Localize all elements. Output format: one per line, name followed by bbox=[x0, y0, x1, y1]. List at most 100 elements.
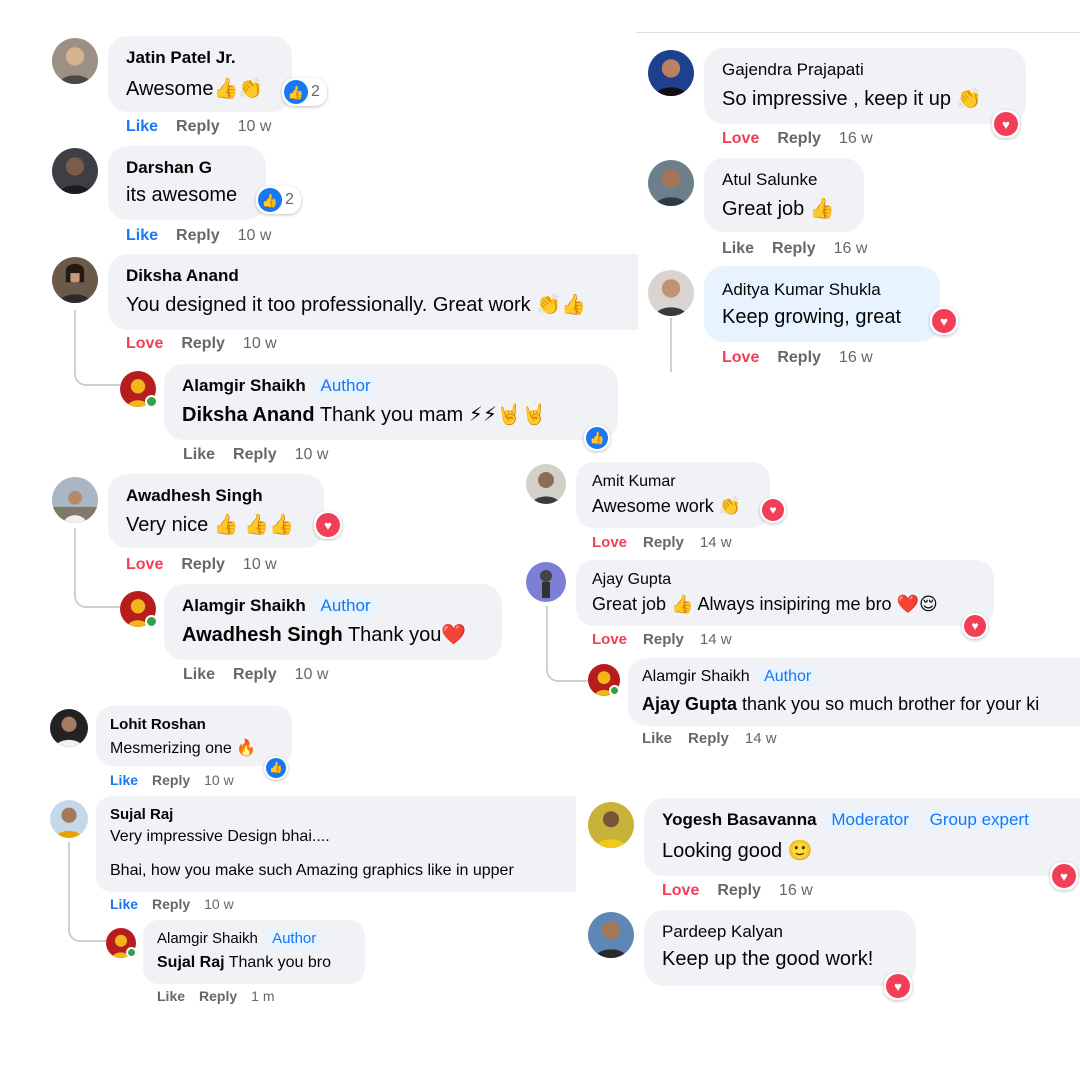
reply-button[interactable]: Reply bbox=[199, 988, 237, 1004]
love-reaction-button[interactable]: Love bbox=[662, 882, 699, 900]
avatar[interactable] bbox=[648, 160, 694, 206]
commenter-name[interactable]: Atul Salunke bbox=[722, 170, 817, 190]
commenter-name[interactable]: Alamgir Shaikh bbox=[157, 930, 258, 947]
reply-button[interactable]: Reply bbox=[152, 772, 190, 788]
mention-link[interactable]: Ajay Gupta bbox=[642, 694, 737, 714]
reply-button[interactable]: Reply bbox=[717, 882, 761, 900]
like-button[interactable]: Like bbox=[183, 666, 215, 684]
timestamp[interactable]: 10 w bbox=[238, 227, 272, 245]
avatar[interactable] bbox=[52, 38, 98, 84]
timestamp[interactable]: 16 w bbox=[834, 240, 868, 258]
reply-button[interactable]: Reply bbox=[181, 335, 225, 353]
reaction-summary[interactable]: ♥ bbox=[884, 972, 912, 1000]
reply-button[interactable]: Reply bbox=[176, 227, 220, 245]
reply-button[interactable]: Reply bbox=[233, 666, 277, 684]
commenter-name[interactable]: Lohit Roshan bbox=[110, 716, 206, 733]
avatar[interactable] bbox=[648, 270, 694, 316]
reply-button[interactable]: Reply bbox=[772, 240, 816, 258]
avatar[interactable] bbox=[52, 477, 98, 523]
reaction-summary[interactable]: 👍 bbox=[584, 425, 610, 451]
comment-bubble: Sujal Raj Very impressive Design bhai...… bbox=[96, 796, 576, 892]
mention-link[interactable]: Awadhesh Singh bbox=[182, 624, 343, 646]
commenter-name[interactable]: Diksha Anand bbox=[126, 266, 239, 286]
timestamp[interactable]: 16 w bbox=[839, 349, 873, 367]
love-reaction-button[interactable]: Love bbox=[126, 335, 163, 353]
reply-button[interactable]: Reply bbox=[643, 631, 684, 648]
avatar[interactable] bbox=[50, 800, 88, 838]
comment-bubble: Pardeep Kalyan Keep up the good work! bbox=[644, 910, 916, 986]
commenter-name[interactable]: Gajendra Prajapati bbox=[722, 60, 864, 80]
like-button[interactable]: Like bbox=[642, 730, 672, 747]
reply-button[interactable]: Reply bbox=[777, 349, 821, 367]
reply-button[interactable]: Reply bbox=[233, 446, 277, 464]
love-reaction-button[interactable]: Love bbox=[126, 556, 163, 574]
commenter-name[interactable]: Alamgir Shaikh bbox=[642, 668, 750, 686]
avatar[interactable] bbox=[588, 802, 634, 848]
commenter-name[interactable]: Alamgir Shaikh bbox=[182, 376, 306, 396]
reaction-summary[interactable]: ♥ bbox=[760, 497, 786, 523]
commenter-name[interactable]: Aditya Kumar Shukla bbox=[722, 280, 881, 300]
timestamp[interactable]: 10 w bbox=[243, 556, 277, 574]
avatar[interactable] bbox=[50, 709, 88, 747]
like-button[interactable]: Like bbox=[126, 118, 158, 136]
reply-button[interactable]: Reply bbox=[181, 556, 225, 574]
like-button[interactable]: Like bbox=[126, 227, 158, 245]
timestamp[interactable]: 14 w bbox=[700, 534, 732, 551]
reply-button[interactable]: Reply bbox=[643, 534, 684, 551]
love-reaction-button[interactable]: Love bbox=[722, 349, 759, 367]
reaction-summary[interactable]: 👍 2 bbox=[282, 78, 327, 106]
timestamp[interactable]: 10 w bbox=[243, 335, 277, 353]
reaction-summary[interactable]: ♥ bbox=[962, 613, 988, 639]
reaction-summary[interactable]: ♥ bbox=[930, 307, 958, 335]
reply-button[interactable]: Reply bbox=[688, 730, 729, 747]
timestamp[interactable]: 14 w bbox=[745, 730, 777, 747]
like-button[interactable]: Like bbox=[110, 772, 138, 788]
comment-bubble: Awadhesh Singh Very nice 👍 👍👍 bbox=[108, 474, 324, 548]
like-button[interactable]: Like bbox=[157, 988, 185, 1004]
comment-actions: Love Reply 16 w bbox=[722, 349, 873, 367]
commenter-name[interactable]: Jatin Patel Jr. bbox=[126, 48, 236, 68]
like-button[interactable]: Like bbox=[722, 240, 754, 258]
commenter-name[interactable]: Pardeep Kalyan bbox=[662, 922, 783, 942]
timestamp[interactable]: 10 w bbox=[204, 896, 234, 912]
reaction-summary[interactable]: ♥ bbox=[314, 511, 342, 539]
reaction-summary[interactable]: 👍 bbox=[264, 756, 288, 780]
mention-link[interactable]: Sujal Raj bbox=[157, 954, 225, 971]
timestamp[interactable]: 1 m bbox=[251, 988, 274, 1004]
timestamp[interactable]: 10 w bbox=[295, 446, 329, 464]
comment-text: its awesome bbox=[126, 184, 238, 206]
commenter-name[interactable]: Awadhesh Singh bbox=[126, 486, 263, 506]
love-reaction-button[interactable]: Love bbox=[592, 534, 627, 551]
timestamp[interactable]: 16 w bbox=[779, 882, 813, 900]
avatar[interactable] bbox=[648, 50, 694, 96]
commenter-name[interactable]: Darshan G bbox=[126, 158, 212, 178]
avatar[interactable] bbox=[526, 562, 566, 602]
avatar[interactable] bbox=[526, 464, 566, 504]
avatar[interactable] bbox=[52, 148, 98, 194]
reply-button[interactable]: Reply bbox=[152, 896, 190, 912]
reply-thread-line bbox=[546, 606, 588, 682]
reply-button[interactable]: Reply bbox=[777, 130, 821, 148]
avatar[interactable] bbox=[588, 912, 634, 958]
commenter-name[interactable]: Amit Kumar bbox=[592, 473, 676, 491]
like-button[interactable]: Like bbox=[183, 446, 215, 464]
timestamp[interactable]: 14 w bbox=[700, 631, 732, 648]
reaction-summary[interactable]: 👍 2 bbox=[256, 186, 301, 214]
reply-button[interactable]: Reply bbox=[176, 118, 220, 136]
commenter-name[interactable]: Yogesh Basavanna bbox=[662, 810, 817, 830]
timestamp[interactable]: 16 w bbox=[839, 130, 873, 148]
love-reaction-button[interactable]: Love bbox=[722, 130, 759, 148]
love-reaction-button[interactable]: Love bbox=[592, 631, 627, 648]
timestamp[interactable]: 10 w bbox=[238, 118, 272, 136]
like-button[interactable]: Like bbox=[110, 896, 138, 912]
timestamp[interactable]: 10 w bbox=[295, 666, 329, 684]
reaction-summary[interactable]: ♥ bbox=[1050, 862, 1078, 890]
avatar[interactable] bbox=[52, 257, 98, 303]
commenter-name[interactable]: Ajay Gupta bbox=[592, 571, 671, 589]
reaction-summary[interactable]: ♥ bbox=[992, 110, 1020, 138]
comment-text: Looking good 🙂 bbox=[662, 840, 813, 862]
commenter-name[interactable]: Alamgir Shaikh bbox=[182, 596, 306, 616]
timestamp[interactable]: 10 w bbox=[204, 772, 234, 788]
commenter-name[interactable]: Sujal Raj bbox=[110, 806, 173, 823]
mention-link[interactable]: Diksha Anand bbox=[182, 404, 315, 426]
